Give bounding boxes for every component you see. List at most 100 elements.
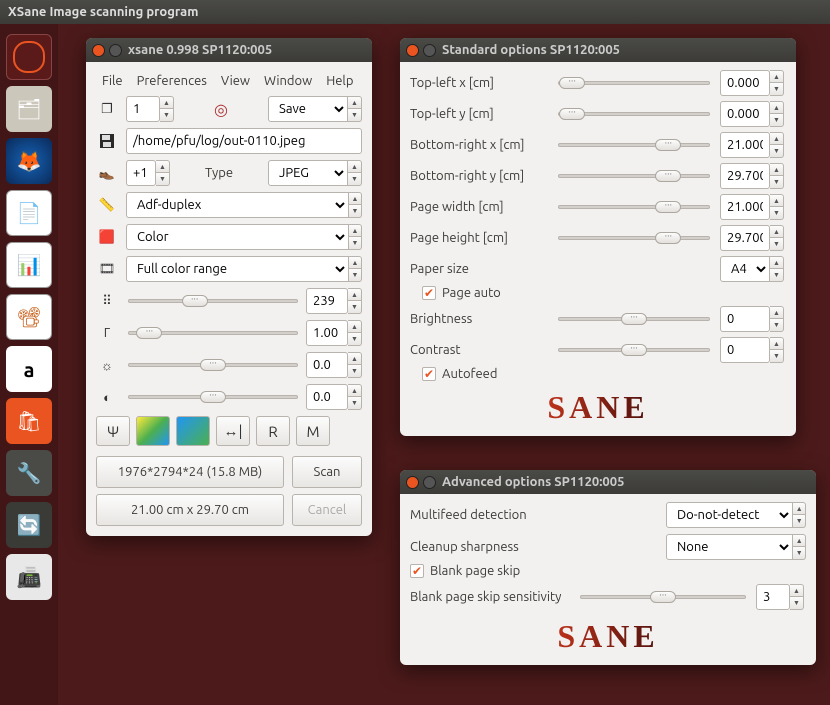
cancel-button[interactable]: Cancel [292,494,362,526]
updater-icon[interactable]: 🔄 [6,502,52,548]
files-icon[interactable]: 🗂 [6,86,52,132]
range-select[interactable]: Full color range [126,256,349,282]
close-icon[interactable] [92,44,105,57]
opt-brx-input[interactable] [720,132,770,158]
opt-ph-slider[interactable] [556,232,712,244]
opt-tly-input[interactable] [720,101,770,127]
contrast-icon: ◐ [96,390,118,405]
brightness-slider[interactable] [126,359,300,371]
multifeed-select[interactable]: Do-not-detect [666,502,793,528]
menu-view[interactable]: View [221,74,250,88]
tool-memory[interactable]: M [296,416,330,446]
paper-select[interactable]: A4 [720,256,770,282]
contrast-input[interactable] [306,384,348,410]
impress-icon[interactable]: 📽 [6,294,52,340]
standard-options-window: Standard options SP1120:005 Top-left x [… [400,38,796,436]
opt-tly-label: Top-left y [cm] [410,107,548,121]
sane-logo: SANE [410,389,786,426]
colormode-select[interactable]: Color [126,224,349,250]
tool-restore[interactable]: R [256,416,290,446]
opt-pw-input[interactable] [720,194,770,220]
minimize-icon[interactable] [423,44,436,57]
sensitivity-input[interactable] [756,584,790,610]
writer-icon[interactable]: 📄 [6,190,52,236]
sensitivity-label: Blank page skip sensitivity [410,590,570,604]
std-contrast-input[interactable] [720,337,770,363]
advanced-options-window: Advanced options SP1120:005 Multifeed de… [400,470,816,665]
amazon-icon[interactable]: a [6,346,52,392]
gamma-slider[interactable] [126,327,300,339]
std-contrast-label: Contrast [410,343,548,357]
copies-down[interactable]: ▼ [160,109,174,122]
copies-up[interactable]: ▲ [160,96,174,109]
menu-preferences[interactable]: Preferences [137,74,207,88]
step-up[interactable]: ▲ [156,160,170,173]
unity-launcher: 🗂 🦊 📄 📊 📽 a 🛍 🔧 🔄 📠 [0,24,58,705]
threshold-icon: ⠿ [96,294,118,309]
copies-icon: ❐ [96,102,118,117]
settings-icon[interactable]: 🔧 [6,450,52,496]
window-title: Advanced options SP1120:005 [442,475,624,489]
copies-input[interactable] [126,96,160,122]
mode-up[interactable]: ▲ [348,96,362,109]
menu-file[interactable]: File [102,74,123,88]
tool-negative[interactable] [136,416,170,446]
minimize-icon[interactable] [109,44,122,57]
tool-separator[interactable]: ↔| [216,416,250,446]
opt-tly-slider[interactable] [556,108,712,120]
type-up[interactable]: ▲ [348,160,362,173]
source-select[interactable]: Adf-duplex [126,192,349,218]
opt-brx-slider[interactable] [556,139,712,151]
autofeed-check[interactable]: ✔Autofeed [410,367,786,381]
type-select[interactable]: JPEG [268,160,348,186]
opt-tlx-slider[interactable] [556,77,712,89]
firefox-icon[interactable]: 🦊 [6,138,52,184]
path-input[interactable] [126,128,362,154]
std-brightness-slider[interactable] [556,313,712,325]
step-input[interactable] [126,160,156,186]
opt-ph-input[interactable] [720,225,770,251]
film-icon: 🎞 [96,262,118,277]
window-title: xsane 0.998 SP1120:005 [128,43,272,57]
contrast-slider[interactable] [126,391,300,403]
software-center-icon[interactable]: 🛍 [6,398,52,444]
gamma-icon: Γ [96,326,118,340]
menu-help[interactable]: Help [326,74,353,88]
xsane-main-window: xsane 0.998 SP1120:005 File Preferences … [86,38,372,536]
step-down[interactable]: ▼ [156,173,170,186]
opt-tlx-input[interactable] [720,70,770,96]
mode-down[interactable]: ▼ [348,109,362,122]
calc-icon[interactable]: 📊 [6,242,52,288]
close-icon[interactable] [406,476,419,489]
sensitivity-slider[interactable] [578,591,748,603]
target-icon: ◎ [214,100,228,119]
source-icon: 📏 [96,198,118,213]
tool-autoenhance[interactable] [176,416,210,446]
mode-select[interactable]: Save [268,96,348,122]
threshold-slider[interactable] [126,295,300,307]
opt-tlx-label: Top-left x [cm] [410,76,548,90]
sharpness-select[interactable]: None [666,534,793,560]
scan-button[interactable]: Scan [292,456,362,488]
dash-icon[interactable] [6,34,52,80]
std-contrast-slider[interactable] [556,344,712,356]
std-brightness-label: Brightness [410,312,548,326]
page-auto-check[interactable]: ✔Page auto [410,286,786,300]
xsane-launcher-icon[interactable]: 📠 [6,554,52,600]
type-down[interactable]: ▼ [348,173,362,186]
minimize-icon[interactable] [423,476,436,489]
std-brightness-input[interactable] [720,306,770,332]
threshold-input[interactable] [306,288,348,314]
opt-bry-input[interactable] [720,163,770,189]
brightness-icon: ☼ [96,358,118,373]
opt-bry-slider[interactable] [556,170,712,182]
blankskip-check[interactable]: ✔Blank page skip [410,564,806,578]
multifeed-label: Multifeed detection [410,508,656,522]
close-icon[interactable] [406,44,419,57]
menu-window[interactable]: Window [264,74,312,88]
opt-bry-label: Bottom-right y [cm] [410,169,548,183]
opt-pw-slider[interactable] [556,201,712,213]
tool-rgb-default[interactable]: Ψ [96,416,130,446]
gamma-input[interactable] [306,320,348,346]
brightness-input[interactable] [306,352,348,378]
